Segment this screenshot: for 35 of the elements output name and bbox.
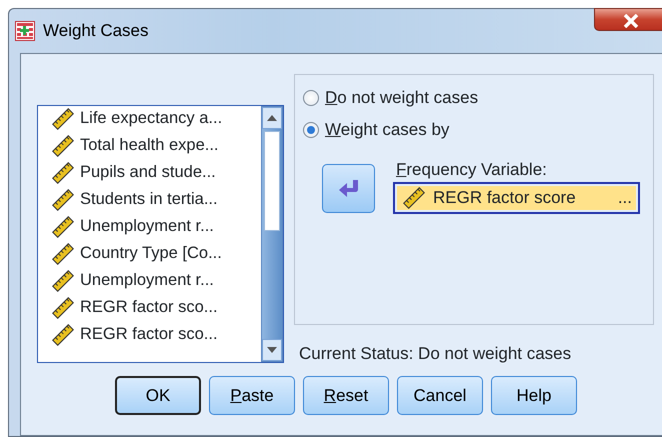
current-status: Current Status: Do not weight cases — [299, 343, 572, 365]
variable-item[interactable]: Unemployment r... — [52, 266, 261, 295]
dialog-button[interactable]: Reset — [303, 376, 389, 415]
radio-button[interactable] — [303, 122, 319, 138]
scroll-up-button[interactable] — [262, 107, 282, 129]
scroll-thumb[interactable] — [264, 131, 280, 231]
window-title: Weight Cases — [43, 20, 149, 42]
ellipsis: ... — [618, 187, 633, 210]
up-arrow-icon — [267, 115, 277, 121]
variable-item[interactable]: Total health expe... — [52, 131, 261, 160]
dialog-button[interactable]: Paste — [209, 376, 295, 415]
variable-item[interactable]: REGR factor sco... — [52, 293, 261, 322]
dialog-button[interactable]: OK — [115, 376, 201, 415]
radio-button[interactable] — [303, 90, 319, 106]
down-arrow-icon — [267, 347, 277, 353]
variable-item[interactable]: Students in tertia... — [52, 185, 261, 214]
arrow-icon — [338, 180, 358, 198]
variable-item[interactable]: REGR factor sco... — [52, 320, 261, 349]
radio-label[interactable]: Do not weight cases — [325, 85, 478, 110]
scrollbar[interactable] — [261, 106, 283, 362]
close-icon — [621, 14, 641, 28]
radio-label[interactable]: Weight cases by — [325, 117, 450, 142]
variable-name: REGR factor score — [433, 187, 576, 210]
move-button[interactable] — [322, 164, 375, 213]
variable-item[interactable]: Country Type [Co... — [52, 239, 261, 268]
variable-item[interactable]: Life expectancy a... — [52, 106, 261, 133]
dialog-button[interactable]: Cancel — [397, 376, 483, 415]
app-icon — [15, 21, 35, 41]
variable-item[interactable]: Unemployment r... — [52, 212, 261, 241]
dialog-button[interactable]: Help — [491, 376, 577, 415]
frequency-field[interactable]: REGR factor score ... — [393, 182, 640, 214]
close-button[interactable] — [594, 8, 662, 31]
variable-item[interactable]: Pupils and stude... — [52, 158, 261, 187]
frequency-label: Frequency Variable: — [396, 159, 547, 181]
scroll-down-button[interactable] — [262, 339, 282, 361]
